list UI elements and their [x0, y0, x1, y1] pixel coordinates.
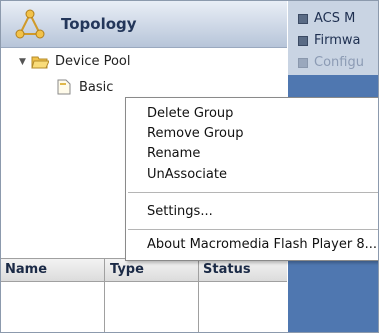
- menu-link-label: Configu: [314, 55, 364, 70]
- bullet-icon: [298, 13, 308, 24]
- tree-node-device-pool[interactable]: ▼ Device Pool: [19, 54, 131, 69]
- menu-item-remove-group[interactable]: Remove Group: [147, 124, 243, 144]
- bullet-icon: [298, 35, 308, 46]
- column-header-status[interactable]: Status: [203, 262, 251, 277]
- column-header-type[interactable]: Type: [110, 262, 144, 277]
- app-window: Topology ▼ Device Pool Basic ACS M Firmw…: [0, 0, 379, 333]
- topology-icon: [15, 9, 45, 39]
- menu-link-configuration[interactable]: Configu: [298, 55, 364, 70]
- tree-node-label: Basic: [79, 79, 114, 95]
- menu-item-delete-group[interactable]: Delete Group: [147, 104, 233, 124]
- column-header-name[interactable]: Name: [5, 262, 47, 277]
- tree-node-basic[interactable]: Basic: [57, 79, 113, 95]
- open-folder-icon: [31, 56, 49, 68]
- topology-header: Topology: [1, 1, 287, 48]
- menu-link-firmware[interactable]: Firmwa: [298, 33, 361, 48]
- menu-item-unassociate[interactable]: UnAssociate: [147, 165, 227, 185]
- column-divider: [104, 258, 105, 332]
- column-divider: [198, 258, 199, 332]
- menu-link-acs[interactable]: ACS M: [298, 11, 355, 26]
- menu-item-about-flash[interactable]: About Macromedia Flash Player 8...: [147, 235, 377, 255]
- menu-item-settings[interactable]: Settings...: [147, 202, 213, 222]
- table-header: Name Type Status: [1, 258, 287, 282]
- right-menu-area: ACS M Firmwa Configu: [288, 1, 378, 75]
- tree-node-label: Device Pool: [55, 54, 131, 69]
- document-icon: [57, 79, 71, 95]
- expand-arrow-icon[interactable]: ▼: [19, 57, 31, 67]
- menu-link-label: Firmwa: [314, 33, 361, 48]
- menu-item-rename[interactable]: Rename: [147, 144, 200, 164]
- menu-link-label: ACS M: [314, 11, 356, 26]
- menu-separator: [128, 192, 378, 193]
- menu-separator: [128, 229, 378, 230]
- bullet-icon: [298, 57, 308, 68]
- context-menu: Delete Group Remove Group Rename UnAssoc…: [125, 97, 378, 261]
- topology-title: Topology: [61, 15, 137, 33]
